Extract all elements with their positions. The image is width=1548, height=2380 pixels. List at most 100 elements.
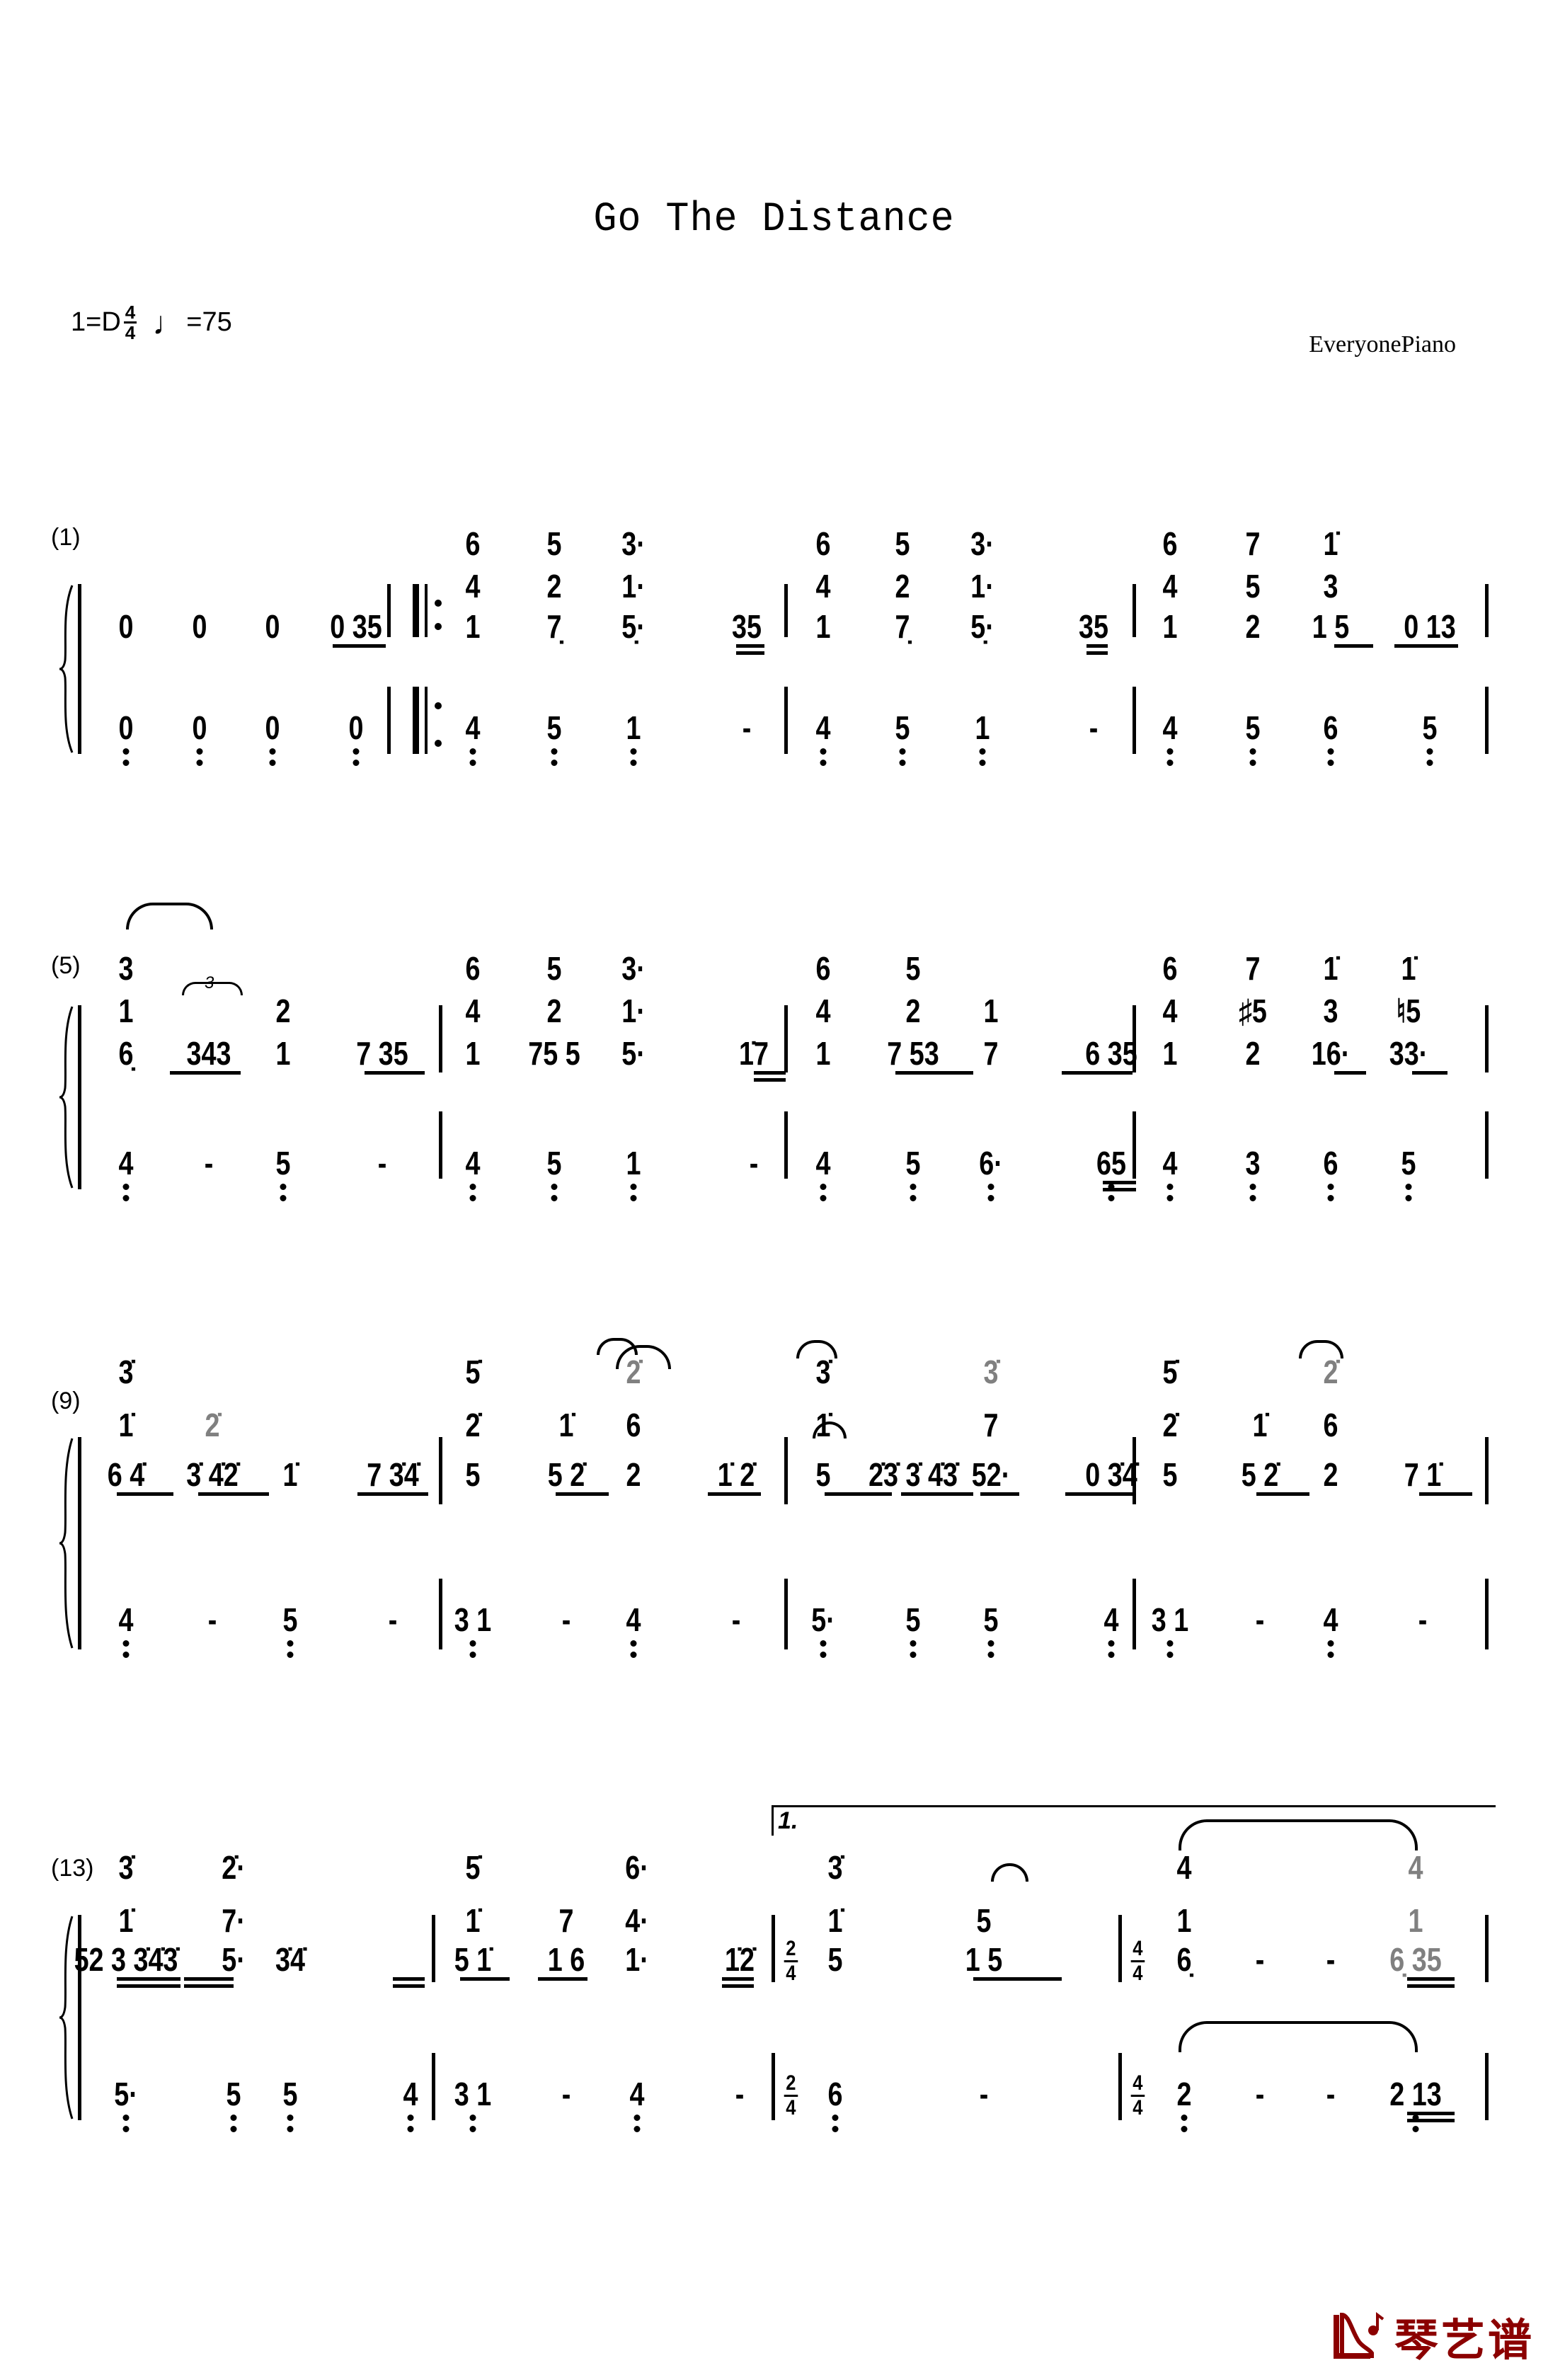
beam-underline: [393, 1977, 425, 1981]
octave-dot-below: [979, 760, 986, 766]
octave-dot-below: [1426, 760, 1433, 766]
treble-note: 5 2̇: [1241, 1456, 1279, 1493]
treble-note: 2: [546, 992, 562, 1029]
barline: [772, 1915, 775, 1982]
octave-dot-below: [1327, 1640, 1334, 1647]
octave-dot-below: [469, 1640, 476, 1647]
barline: [439, 1005, 442, 1072]
beam-underline: [333, 644, 386, 648]
treble-note: 6·: [625, 1849, 649, 1886]
bass-note: 6: [1323, 709, 1338, 746]
beam-underline: [1407, 2119, 1455, 2122]
bass-note: 4: [1162, 709, 1178, 746]
treble-note: 2̇3̇ 3̇ 4̇3̇: [868, 1456, 958, 1493]
bar-number: (9): [51, 1388, 81, 1414]
treble-note: 1̇: [1323, 950, 1338, 987]
time-sig-denominator: 4: [1133, 1962, 1143, 1985]
treble-note: 2̇: [1162, 1407, 1178, 1443]
treble-note: 3̇: [118, 1849, 134, 1886]
beam-underline: [1103, 1188, 1136, 1191]
treble-note: 1̇: [118, 1902, 134, 1939]
beam-underline: [825, 1492, 892, 1496]
treble-note: 3̇: [815, 1354, 831, 1390]
time-signature: 4 4: [123, 302, 137, 343]
treble-note: 1: [815, 608, 831, 645]
octave-dot-below: [1249, 1184, 1256, 1190]
octave-dot-below: [287, 2115, 294, 2121]
treble-note: ♮5: [1396, 992, 1421, 1029]
barline: [1133, 1111, 1136, 1179]
treble-note: 1̇: [827, 1902, 843, 1939]
octave-dot-below: [630, 1640, 637, 1647]
treble-note: 5̣·: [970, 608, 994, 645]
beam-underline: [1103, 1181, 1136, 1184]
bass-note: 4: [815, 1145, 831, 1182]
beam-underline: [722, 1977, 754, 1981]
sustain-dash: -: [1255, 1601, 1265, 1638]
bass-note: 5: [905, 1145, 921, 1182]
repeat-thin-line: [425, 584, 428, 637]
barline: [439, 1111, 442, 1179]
treble-note: 4: [1176, 1849, 1192, 1886]
octave-dot-below: [122, 760, 130, 766]
octave-dot-below: [1166, 1195, 1174, 1201]
barline: [1485, 687, 1489, 754]
octave-dot-below: [1327, 748, 1334, 755]
octave-dot-below: [230, 2126, 237, 2132]
octave-dot-below: [899, 748, 906, 755]
tie-slur: [597, 1338, 638, 1355]
bass-note: 4: [1323, 1601, 1338, 1638]
treble-note: 5: [546, 950, 562, 987]
beam-underline: [1407, 2112, 1455, 2115]
quarter-note-icon: ♩: [152, 304, 185, 341]
octave-dot-below: [1181, 2126, 1188, 2132]
octave-dot-below: [551, 748, 558, 755]
octave-dot-below: [899, 760, 906, 766]
bass-note: 5: [282, 1601, 298, 1638]
barline: [784, 1437, 788, 1504]
treble-note: 2̇: [465, 1407, 481, 1443]
treble-note: 6 35: [1085, 1035, 1137, 1072]
bass-note: 5: [983, 1601, 999, 1638]
octave-dot-below: [551, 1184, 558, 1190]
tempo-value: =75: [186, 307, 232, 337]
bass-note: 3 1: [454, 1601, 492, 1638]
octave-dot-below: [469, 1184, 476, 1190]
treble-note: 0: [265, 608, 280, 645]
barline: [1485, 584, 1489, 637]
treble-note: 1: [1162, 608, 1178, 645]
barline: [432, 2053, 435, 2120]
time-sig-denominator: 4: [786, 1962, 796, 1985]
treble-note: 1: [118, 992, 134, 1029]
logo-text: 琴艺谱: [1394, 2316, 1535, 2365]
octave-dot-below: [987, 1640, 994, 1647]
treble-note: 5: [827, 1941, 843, 1978]
barline: [772, 2053, 775, 2120]
bass-note: 1: [626, 1145, 641, 1182]
treble-note: 0 3̇4̇: [1085, 1456, 1137, 1493]
treble-note: 0: [192, 608, 207, 645]
treble-note: 3: [118, 950, 134, 987]
time-signature-change: 44: [1130, 2072, 1145, 2119]
tie-slur: [796, 1340, 837, 1358]
beam-underline: [117, 1492, 173, 1496]
octave-dot-below: [630, 760, 637, 766]
repeat-thin-line: [425, 687, 428, 754]
octave-dot-below: [1249, 760, 1256, 766]
octave-dot-below: [630, 1195, 637, 1201]
sustain-dash: -: [735, 2076, 745, 2112]
treble-note: 2̇: [1323, 1354, 1338, 1390]
time-sig-numerator: 2: [784, 2072, 798, 2097]
treble-note: 5 1̇: [454, 1941, 492, 1978]
treble-note: 1: [465, 1035, 481, 1072]
octave-dot-below: [287, 2126, 294, 2132]
treble-note: ♯5: [1239, 992, 1267, 1029]
octave-dot-below: [910, 1640, 917, 1647]
treble-note: 5̇: [1162, 1354, 1178, 1390]
treble-note: 2: [905, 992, 921, 1029]
beam-underline: [722, 1984, 754, 1988]
treble-note: 2: [895, 568, 910, 605]
treble-note: 5̇: [465, 1849, 481, 1886]
treble-note: 3̇: [827, 1849, 843, 1886]
treble-note: 4: [1162, 992, 1178, 1029]
